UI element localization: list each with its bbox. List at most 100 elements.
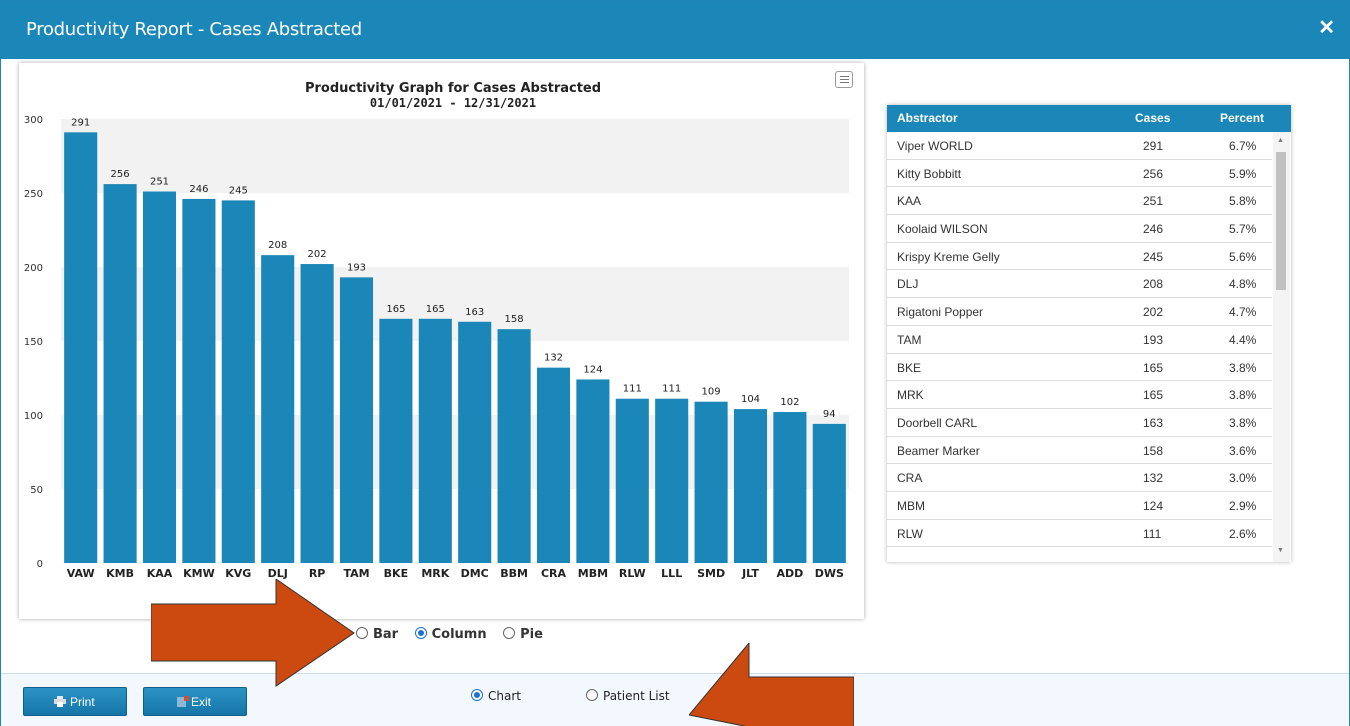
chart-type-column-label: Column (431, 627, 487, 642)
cases-cell: 132 (1143, 471, 1164, 486)
col-header-abstractor[interactable]: Abstractor (897, 111, 958, 125)
plot-band (61, 267, 849, 341)
cases-cell: 251 (1143, 194, 1164, 209)
bar (261, 255, 295, 563)
table-row[interactable]: Rigatoni Popper 202 4.7% (887, 298, 1272, 326)
bar (576, 379, 610, 563)
chart-type-bar-label: Bar (373, 627, 399, 642)
dialog-titlebar: Productivity Report - Cases Abstracted ✕ (1, 1, 1349, 59)
percent-cell: 3.8% (1229, 360, 1257, 375)
x-tick-label: BKE (384, 567, 408, 580)
abstractor-name: Rigatoni Popper (897, 305, 984, 320)
data-label: 245 (229, 185, 248, 196)
percent-cell: 4.8% (1229, 277, 1257, 292)
chart-title: Productivity Graph for Cases Abstracted (305, 81, 601, 96)
data-label: 251 (150, 177, 169, 188)
table-row[interactable]: KAA 251 5.8% (887, 187, 1272, 216)
table-row[interactable]: CRA 132 3.0% (887, 464, 1272, 492)
dialog-title: Productivity Report - Cases Abstracted (26, 19, 362, 40)
abstractor-name: CRA (897, 471, 923, 486)
abstractor-name: MBM (897, 498, 925, 513)
y-tick-label: 150 (24, 337, 43, 348)
print-label: Print (70, 695, 95, 709)
x-tick-label: LLL (661, 567, 682, 580)
table-header: Abstractor Cases Percent (887, 105, 1291, 132)
abstractor-name: DLJ (897, 277, 919, 292)
cases-cell: 158 (1143, 443, 1164, 458)
table-row[interactable]: DLJ 208 4.8% (887, 270, 1272, 299)
chart-menu-icon[interactable] (835, 71, 853, 88)
radio-chart[interactable] (471, 689, 483, 701)
printer-icon (54, 696, 66, 707)
table-row[interactable]: Krispy Kreme Gelly 245 5.6% (887, 243, 1272, 271)
data-label: 124 (583, 364, 602, 375)
table-row[interactable]: Viper WORLD 291 6.7% (887, 132, 1272, 160)
scroll-down-icon[interactable]: ▼ (1277, 547, 1284, 554)
abstractor-table: Abstractor Cases Percent Viper WORLD 291 6… (887, 105, 1291, 562)
bar (103, 184, 137, 563)
abstractor-name: Beamer Marker (897, 443, 980, 458)
cases-cell: 165 (1143, 388, 1164, 403)
x-tick-label: DMC (461, 567, 489, 580)
view-chart-option[interactable]: Chart (471, 689, 521, 703)
col-header-cases[interactable]: Cases (1135, 111, 1170, 125)
chart-type-pie[interactable]: Pie (503, 627, 543, 642)
table-row[interactable]: Koolaid WILSON 246 5.7% (887, 215, 1272, 243)
exit-button[interactable]: Exit (143, 687, 247, 716)
data-label: 109 (702, 387, 721, 398)
x-tick-label: JLT (741, 567, 759, 580)
y-tick-label: 0 (37, 559, 43, 570)
x-tick-label: MRK (421, 567, 449, 580)
percent-cell: 5.8% (1229, 194, 1257, 209)
report-dialog: Productivity Report - Cases Abstracted ✕… (0, 0, 1350, 726)
radio-column[interactable] (414, 627, 427, 639)
radio-pie[interactable] (503, 627, 516, 639)
data-label: 165 (386, 304, 405, 315)
table-row[interactable]: Doorbell CARL 163 3.8% (887, 409, 1272, 437)
data-label: 158 (505, 314, 524, 325)
scroll-up-icon[interactable]: ▲ (1277, 137, 1284, 144)
cases-cell: 246 (1143, 222, 1164, 237)
table-row[interactable]: Kitty Bobbitt 256 5.9% (887, 160, 1272, 188)
radio-bar[interactable] (356, 627, 368, 639)
percent-cell: 2.9% (1229, 498, 1257, 513)
plot-band (61, 119, 849, 193)
percent-cell: 6.7% (1229, 139, 1257, 153)
bar (773, 412, 807, 563)
table-row[interactable]: TAM 193 4.4% (887, 326, 1272, 354)
chart-type-column[interactable]: Column (414, 627, 487, 642)
view-patient-list-label: Patient List (603, 689, 670, 703)
table-row[interactable]: MRK 165 3.8% (887, 381, 1272, 409)
data-label: 256 (111, 169, 130, 180)
print-button[interactable]: Print (23, 687, 127, 716)
table-row[interactable]: RLW 111 2.6% (887, 520, 1272, 548)
table-scrollbar[interactable]: ▲ ▼ (1273, 132, 1290, 562)
bar (733, 409, 768, 563)
col-header-percent[interactable]: Percent (1220, 111, 1264, 125)
percent-cell: 2.6% (1229, 526, 1257, 541)
close-icon[interactable]: ✕ (1318, 15, 1335, 40)
abstractor-name: BKE (897, 360, 922, 375)
bar (182, 198, 216, 564)
scroll-thumb[interactable] (1276, 152, 1286, 290)
abstractor-name: KAA (897, 194, 922, 209)
bar (142, 191, 177, 563)
table-row[interactable]: BKE 165 3.8% (887, 354, 1272, 382)
radio-patient-list[interactable] (586, 689, 598, 701)
annotation-arrow-left-icon (689, 643, 854, 726)
table-row[interactable]: MBM 124 2.9% (887, 492, 1272, 520)
exit-icon (177, 696, 189, 707)
view-patient-list-option[interactable]: Patient List (586, 689, 670, 703)
data-label: 193 (347, 262, 366, 273)
x-tick-label: VAW (67, 567, 95, 580)
data-label: 246 (189, 184, 208, 195)
percent-cell: 3.0% (1229, 471, 1257, 486)
bar (615, 398, 649, 563)
y-tick-label: 100 (24, 411, 43, 422)
data-label: 163 (465, 307, 484, 318)
annotation-arrow-right-icon (151, 579, 355, 687)
chart-type-bar[interactable]: Bar (356, 627, 398, 642)
table-row[interactable]: Beamer Marker 158 3.6% (887, 437, 1272, 465)
abstractor-name: Koolaid WILSON (897, 222, 988, 237)
y-tick-label: 300 (24, 115, 43, 126)
